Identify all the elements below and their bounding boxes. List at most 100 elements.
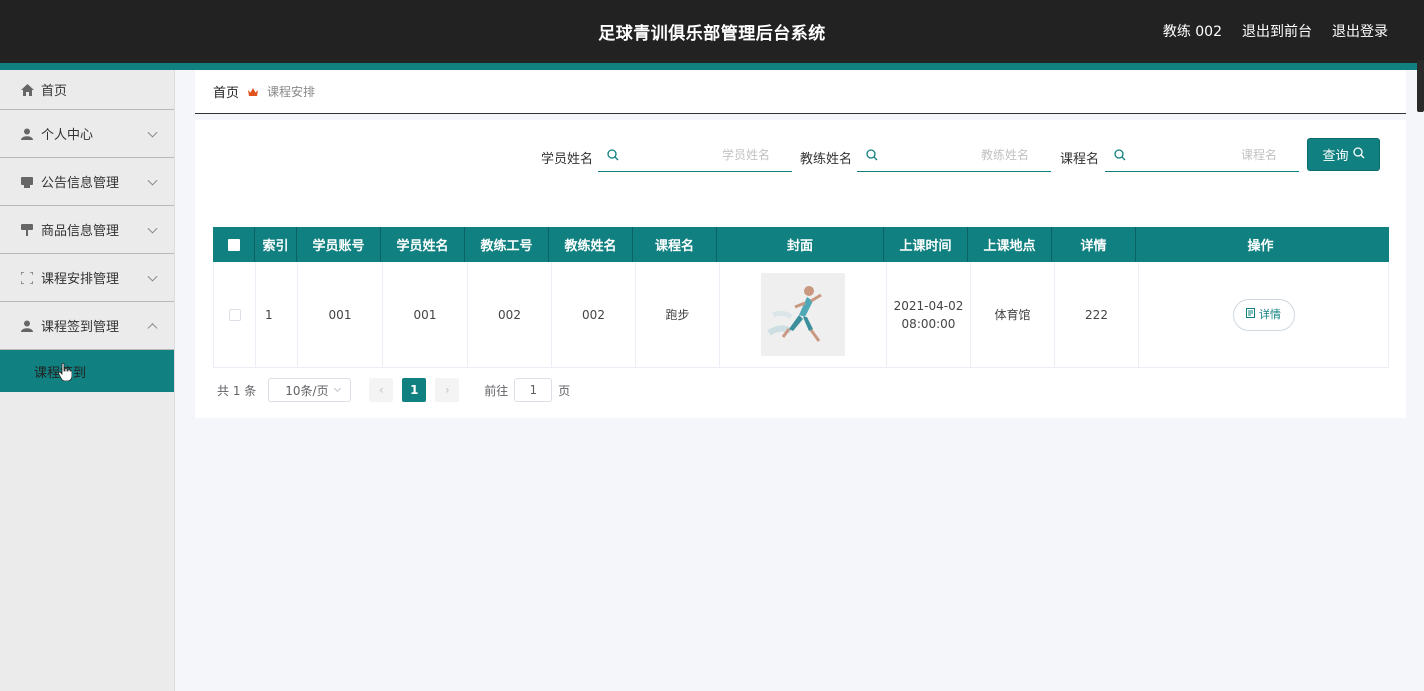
sidebar-item-notice-management[interactable]: 公告信息管理 — [0, 158, 174, 206]
header-coach-name: 教练姓名 — [549, 227, 633, 262]
next-page-button[interactable]: › — [435, 378, 460, 402]
header-index: 索引 — [255, 227, 297, 262]
logout-link[interactable]: 退出登录 — [1332, 21, 1388, 41]
query-button-label: 查询 — [1322, 149, 1349, 164]
sidebar-item-label: 首页 — [41, 84, 68, 99]
cell-detail: 222 — [1055, 262, 1139, 367]
search-icon — [866, 149, 878, 161]
header-class-location: 上课地点 — [968, 227, 1052, 262]
header-cover: 封面 — [717, 227, 884, 262]
search-form: 学员姓名 教练姓名 课程名 查询 — [195, 138, 1406, 172]
frame-icon — [20, 271, 34, 285]
row-select-cell[interactable] — [214, 262, 256, 367]
cell-student-name: 001 — [383, 262, 468, 367]
chevron-down-icon — [147, 175, 158, 186]
search-icon — [1352, 146, 1365, 163]
cell-actions: 详情 — [1139, 262, 1388, 367]
sidebar-item-label: 课程安排管理 — [41, 272, 120, 287]
search-icon — [607, 149, 619, 161]
goto-label: 前往 — [484, 383, 509, 398]
sidebar-subitem-course-checkin[interactable]: 课程签到 — [0, 350, 174, 392]
cell-index: 1 — [256, 262, 298, 367]
crown-icon — [247, 86, 259, 98]
sidebar-item-label: 商品信息管理 — [41, 224, 120, 239]
cell-student-account: 001 — [298, 262, 383, 367]
cell-class-location: 体育馆 — [971, 262, 1055, 367]
edge-scroll-handle[interactable] — [1417, 60, 1424, 112]
page-number-current[interactable]: 1 — [402, 378, 427, 402]
user-icon — [20, 319, 34, 333]
sidebar-item-personal-center[interactable]: 个人中心 — [0, 110, 174, 158]
class-clock: 08:00:00 — [901, 316, 956, 331]
row-checkbox[interactable] — [228, 308, 241, 321]
detail-button[interactable]: 详情 — [1232, 298, 1295, 331]
user-icon — [20, 127, 34, 141]
chevron-down-icon — [147, 127, 158, 138]
current-user-label: 教练 002 — [1162, 24, 1222, 40]
sidebar-item-label: 课程签到管理 — [41, 320, 120, 335]
header-detail: 详情 — [1052, 227, 1136, 262]
class-date: 2021-04-02 — [893, 298, 964, 313]
select-all-checkbox[interactable] — [227, 238, 240, 251]
top-header: 足球青训俱乐部管理后台系统 教练 002 退出到前台 退出登录 — [0, 0, 1424, 63]
header-coach-id: 教练工号 — [465, 227, 549, 262]
chevron-down-icon — [147, 271, 158, 282]
header-actions: 操作 — [1247, 239, 1274, 254]
table-row: 1 001 001 002 002 跑步 2021-04-02 08:00:00… — [213, 262, 1389, 368]
header-class-time: 上课时间 — [884, 227, 968, 262]
table-header-row: 索引 学员账号 学员姓名 教练工号 教练姓名 课程名 封面 上课时间 上课地点 … — [213, 227, 1389, 262]
header-links: 教练 002 退出到前台 退出登录 — [1163, 21, 1388, 41]
to-front-link[interactable]: 退出到前台 — [1242, 21, 1312, 41]
course-schedule-table: 索引 学员账号 学员姓名 教练工号 教练姓名 课程名 封面 上课时间 上课地点 … — [213, 227, 1389, 368]
hand-cursor-icon — [58, 362, 73, 382]
student-name-input[interactable] — [626, 140, 770, 170]
breadcrumb-current: 课程安排 — [267, 85, 316, 99]
course-name-input[interactable] — [1133, 140, 1277, 170]
page-size-select[interactable]: 10条/页 — [268, 378, 352, 402]
cell-course-name: 跑步 — [636, 262, 720, 367]
home-icon — [20, 83, 34, 97]
goods-icon — [20, 223, 34, 237]
cell-cover — [720, 262, 887, 367]
course-name-label: 课程名 — [1060, 152, 1100, 167]
page-size-value: 10条/页 — [285, 383, 329, 398]
total-count: 共 1 条 — [217, 383, 257, 398]
select-all-cell[interactable] — [213, 227, 255, 262]
pagination: 共 1 条 10条/页 ‹ 1 › 前往 页 — [217, 378, 570, 402]
chevron-up-icon — [147, 322, 158, 333]
chevron-down-icon — [334, 384, 342, 393]
cell-coach-name: 002 — [552, 262, 636, 367]
cell-class-time: 2021-04-02 08:00:00 — [887, 262, 971, 367]
breadcrumb-home[interactable]: 首页 — [213, 82, 239, 101]
header-student-name: 学员姓名 — [381, 227, 465, 262]
breadcrumb: 首页 课程安排 — [195, 70, 1406, 114]
sidebar-item-course-checkin-management[interactable]: 课程签到管理 — [0, 302, 174, 350]
document-icon — [1246, 306, 1255, 324]
notice-icon — [20, 175, 34, 189]
header-accent-bar — [0, 63, 1424, 70]
sidebar: 首页 个人中心 公告信息管理 商品信息管理 课程安排管理 课程签到管理 — [0, 70, 175, 691]
cover-image[interactable] — [761, 273, 845, 356]
header-student-account: 学员账号 — [297, 227, 381, 262]
query-button[interactable]: 查询 — [1307, 138, 1380, 171]
coach-name-field — [857, 140, 1051, 172]
detail-button-label: 详情 — [1259, 307, 1281, 321]
sidebar-item-goods-management[interactable]: 商品信息管理 — [0, 206, 174, 254]
prev-page-button[interactable]: ‹ — [369, 378, 394, 402]
main-panel: 学员姓名 教练姓名 课程名 查询 — [195, 120, 1406, 418]
search-icon — [1114, 149, 1126, 161]
chevron-down-icon — [147, 223, 158, 234]
page-suffix: 页 — [558, 383, 571, 398]
coach-name-input[interactable] — [885, 140, 1029, 170]
sidebar-item-course-schedule-management[interactable]: 课程安排管理 — [0, 254, 174, 302]
cell-coach-id: 002 — [468, 262, 552, 367]
student-name-field — [598, 140, 792, 172]
student-name-label: 学员姓名 — [541, 152, 594, 167]
coach-name-label: 教练姓名 — [800, 152, 853, 167]
course-name-field — [1105, 140, 1299, 172]
header-course-name: 课程名 — [633, 227, 717, 262]
sidebar-item-home[interactable]: 首页 — [0, 70, 174, 110]
goto-page-input[interactable] — [514, 378, 553, 402]
sidebar-item-label: 公告信息管理 — [41, 176, 120, 191]
sidebar-item-label: 个人中心 — [41, 128, 94, 143]
